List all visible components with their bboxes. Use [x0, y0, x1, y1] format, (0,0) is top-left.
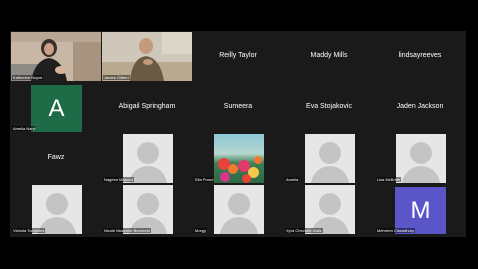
participant-tile-lisa-mcbride[interactable]: Lisa McBride — [375, 134, 465, 183]
participant-tile-mehreen-chowdhury[interactable]: M Mehreen Chowdhury — [375, 185, 465, 234]
participant-tile-eva-stojakovic[interactable]: Eva Stojakovic — [284, 83, 374, 132]
participant-name: Amelia Nanji — [12, 126, 37, 131]
default-avatar-icon — [123, 134, 173, 183]
participant-video — [102, 32, 192, 81]
participant-tile-nageen-masood[interactable]: Nageen Masood — [102, 134, 192, 183]
participant-name: Maddy Mills — [310, 52, 348, 59]
participant-tile-maddy-mills[interactable]: Maddy Mills — [284, 32, 374, 81]
participant-tile-xyra-chevarie-saltz[interactable]: Xyra Chevarie-Saltz — [284, 185, 374, 234]
participant-tile-lindsayreeves[interactable]: lindsayreeves — [375, 32, 465, 81]
participant-tile-nicole-mazzone-bonecchi[interactable]: Nicole Mazzone Bonecchi — [102, 185, 192, 234]
participant-tile-amelia[interactable]: Amelia — [284, 134, 374, 183]
participant-name: Nicole Mazzone Bonecchi — [103, 228, 152, 233]
participant-tile-james-gilbert[interactable]: James Gilbert — [102, 32, 192, 81]
participant-tile-ella-proud[interactable]: Ella Proud — [193, 134, 283, 183]
participant-tile-fawz[interactable]: Fawz — [11, 134, 101, 183]
avatar: A — [31, 85, 82, 132]
participant-name: Nageen Masood — [103, 177, 135, 182]
participant-name: Morgy — [194, 228, 208, 233]
participant-name: Victoria Tompkins — [12, 228, 46, 233]
default-avatar-icon — [396, 134, 446, 183]
participant-tile-sumeera[interactable]: Sumeera — [193, 83, 283, 132]
participant-name: Katherine Boyce — [12, 75, 44, 80]
avatar: M — [395, 187, 446, 234]
participant-name: lindsayreeves — [398, 52, 442, 59]
participant-tile-abigail-springham[interactable]: Abigail Springham — [102, 83, 192, 132]
default-avatar-icon — [305, 134, 355, 183]
profile-picture-flowers — [214, 134, 264, 183]
participant-name: Mehreen Chowdhury — [376, 228, 416, 233]
avatar-initial: A — [48, 94, 65, 122]
participant-name: Sumeera — [223, 103, 253, 110]
participant-tile-katherine-boyce[interactable]: Katherine Boyce — [11, 32, 101, 81]
default-avatar-icon — [123, 185, 173, 234]
participant-tile-victoria-tompkins[interactable]: Victoria Tompkins — [11, 185, 101, 234]
default-avatar-icon — [214, 185, 264, 234]
participant-name: James Gilbert — [103, 75, 130, 80]
participant-tile-amelia-nanji[interactable]: A Amelia Nanji — [11, 83, 101, 132]
participant-name: Xyra Chevarie-Saltz — [285, 228, 323, 233]
participant-tile-reilly-taylor[interactable]: Reilly Taylor — [193, 32, 283, 81]
avatar-initial: M — [410, 196, 431, 224]
participant-name: Eva Stojakovic — [306, 103, 352, 110]
video-gallery: Katherine Boyce James Gilbert Reilly Tay… — [10, 31, 466, 237]
participant-name: Fawz — [47, 154, 65, 161]
participant-name: Amelia — [285, 177, 300, 182]
participant-tile-morgy[interactable]: Morgy — [193, 185, 283, 234]
participant-name: Ella Proud — [194, 177, 215, 182]
participant-tile-jaden-jackson[interactable]: Jaden Jackson — [375, 83, 465, 132]
default-avatar-icon — [32, 185, 82, 234]
default-avatar-icon — [305, 185, 355, 234]
participant-name: Lisa McBride — [376, 177, 402, 182]
participant-name: Abigail Springham — [118, 103, 176, 110]
participant-name: Reilly Taylor — [219, 52, 257, 59]
participant-name: Jaden Jackson — [396, 103, 444, 110]
participant-video — [11, 32, 101, 81]
